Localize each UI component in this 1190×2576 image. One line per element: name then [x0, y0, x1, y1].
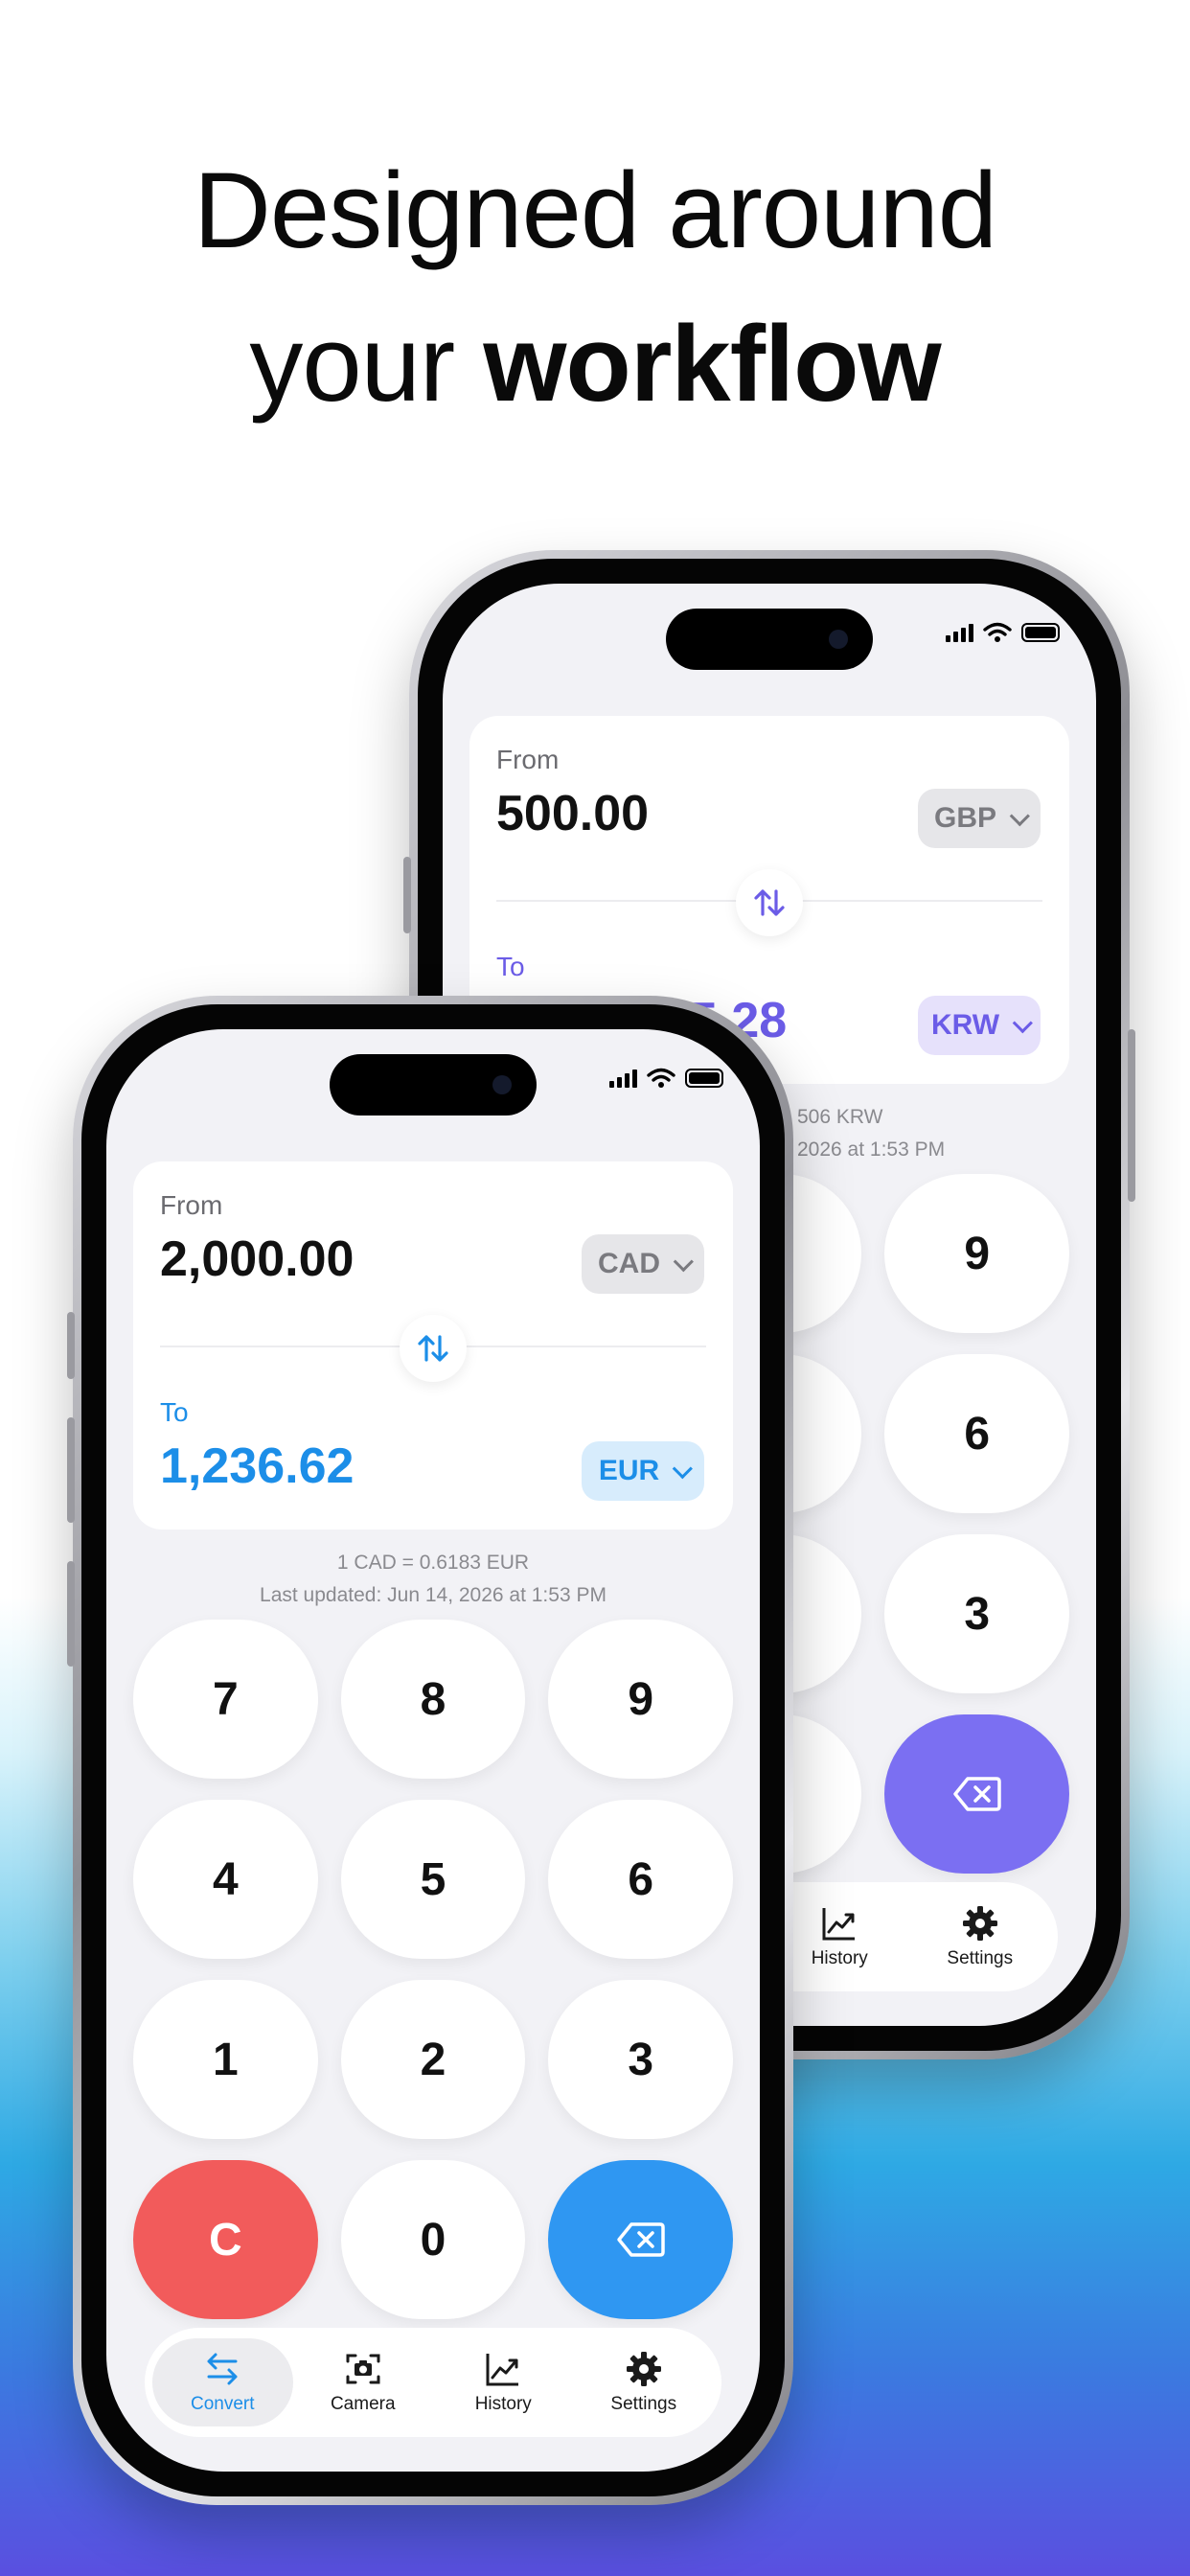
- status-bar: [946, 622, 1060, 643]
- tab-camera[interactable]: Camera: [293, 2338, 434, 2426]
- key-8[interactable]: 8: [340, 1620, 526, 1779]
- rate-line: 506 KRW: [797, 1106, 883, 1128]
- from-amount[interactable]: 2,000.00: [160, 1230, 354, 1288]
- tab-camera-label: Camera: [330, 2394, 396, 2414]
- rate-line: 1 CAD = 0.6183 EUR: [336, 1552, 530, 1574]
- key-9[interactable]: 9: [548, 1620, 733, 1779]
- chart-icon: [822, 1908, 856, 1941]
- from-currency-code: CAD: [598, 1248, 660, 1279]
- to-label: To: [160, 1397, 189, 1427]
- headline-line-2-prefix: your: [249, 304, 484, 424]
- signal-icon: [946, 623, 973, 642]
- key-3[interactable]: 3: [548, 1980, 733, 2139]
- bezel: From 2,000.00 CAD To 1,236.62 EUR 1 CAD …: [81, 1004, 785, 2496]
- wifi-icon: [983, 622, 1012, 642]
- dynamic-island: [666, 609, 873, 670]
- tab-history[interactable]: History: [433, 2338, 574, 2426]
- to-currency-code: KRW: [930, 1009, 1000, 1041]
- converter-card: From 2,000.00 CAD To 1,236.62 EUR: [133, 1162, 733, 1530]
- chevron-down-icon: [672, 1458, 694, 1479]
- to-label: To: [496, 952, 525, 981]
- keypad: 7 8 9 4 5 6 1 2 3 C 0: [133, 1620, 733, 2319]
- camera-dot: [492, 1075, 512, 1094]
- swap-arrows-icon: [754, 889, 785, 916]
- to-amount: 1,236.62: [160, 1438, 355, 1494]
- tab-convert-label: Convert: [190, 2394, 255, 2414]
- tab-settings-label: Settings: [610, 2394, 677, 2414]
- from-currency-select[interactable]: CAD: [582, 1234, 704, 1294]
- screen: From 2,000.00 CAD To 1,236.62 EUR 1 CAD …: [106, 1029, 760, 2472]
- key-9[interactable]: 9: [884, 1174, 1069, 1333]
- headline-line-2: your workflow: [0, 288, 1190, 441]
- side-button: [1128, 1029, 1135, 1202]
- key-4[interactable]: 4: [133, 1800, 318, 1959]
- key-1[interactable]: 1: [133, 1980, 318, 2139]
- swap-arrows-icon: [207, 2353, 238, 2385]
- to-currency-code: EUR: [598, 1455, 660, 1486]
- phone-front: From 2,000.00 CAD To 1,236.62 EUR 1 CAD …: [67, 996, 793, 2505]
- key-6[interactable]: 6: [884, 1354, 1069, 1513]
- from-label: From: [160, 1190, 223, 1220]
- chevron-down-icon: [1012, 1012, 1033, 1033]
- chevron-down-icon: [1009, 805, 1030, 826]
- headline-line-1: Designed around: [193, 150, 997, 270]
- key-7[interactable]: 7: [133, 1620, 318, 1779]
- key-3[interactable]: 3: [884, 1534, 1069, 1693]
- tab-history-label: History: [474, 2394, 532, 2414]
- wifi-icon: [647, 1068, 675, 1088]
- battery-icon: [685, 1069, 723, 1088]
- side-button: [67, 1561, 75, 1667]
- chevron-down-icon: [673, 1251, 694, 1272]
- updated-line: 2026 at 1:53 PM: [797, 1138, 946, 1161]
- tab-settings[interactable]: Settings: [910, 1893, 1051, 1981]
- tab-settings[interactable]: Settings: [574, 2338, 715, 2426]
- side-button: [403, 857, 411, 933]
- side-button: [67, 1417, 75, 1523]
- battery-icon: [1021, 623, 1060, 642]
- status-bar: [609, 1068, 723, 1089]
- key-0[interactable]: 0: [340, 2160, 526, 2319]
- to-currency-select[interactable]: EUR: [582, 1441, 704, 1501]
- key-5[interactable]: 5: [340, 1800, 526, 1959]
- tab-history-label: History: [811, 1948, 868, 1968]
- delete-button[interactable]: [548, 2160, 733, 2319]
- camera-icon: [346, 2354, 380, 2384]
- backspace-icon: [616, 2222, 665, 2257]
- tab-bar: Convert Camera History Settings: [145, 2328, 721, 2437]
- from-currency-select[interactable]: GBP: [918, 789, 1041, 848]
- updated-line: Last updated: Jun 14, 2026 at 1:53 PM: [260, 1584, 606, 1606]
- key-6[interactable]: 6: [548, 1800, 733, 1959]
- rate-info: 1 CAD = 0.6183 EUR Last updated: Jun 14,…: [106, 1547, 760, 1612]
- gear-icon: [626, 2352, 661, 2386]
- key-2[interactable]: 2: [340, 1980, 526, 2139]
- tab-settings-label: Settings: [947, 1948, 1014, 1968]
- backspace-icon: [952, 1777, 1001, 1811]
- dynamic-island: [330, 1054, 537, 1116]
- delete-button[interactable]: [884, 1714, 1069, 1874]
- chart-icon: [486, 2354, 519, 2386]
- from-label: From: [496, 745, 560, 774]
- headline: Designed around your workflow: [0, 134, 1190, 441]
- clear-button[interactable]: C: [133, 2160, 318, 2319]
- swap-button[interactable]: [400, 1315, 467, 1382]
- swap-button[interactable]: [736, 869, 803, 936]
- from-currency-code: GBP: [933, 802, 996, 834]
- rate-info: 506 KRW 2026 at 1:53 PM: [797, 1101, 1096, 1166]
- gear-icon: [962, 1906, 997, 1941]
- from-amount[interactable]: 500.00: [496, 785, 649, 842]
- tab-convert[interactable]: Convert: [152, 2338, 293, 2426]
- camera-dot: [829, 630, 848, 649]
- headline-line-2-bold: workflow: [483, 304, 941, 424]
- side-button: [67, 1312, 75, 1379]
- to-currency-select[interactable]: KRW: [918, 996, 1041, 1055]
- swap-arrows-icon: [418, 1335, 448, 1362]
- signal-icon: [609, 1069, 637, 1088]
